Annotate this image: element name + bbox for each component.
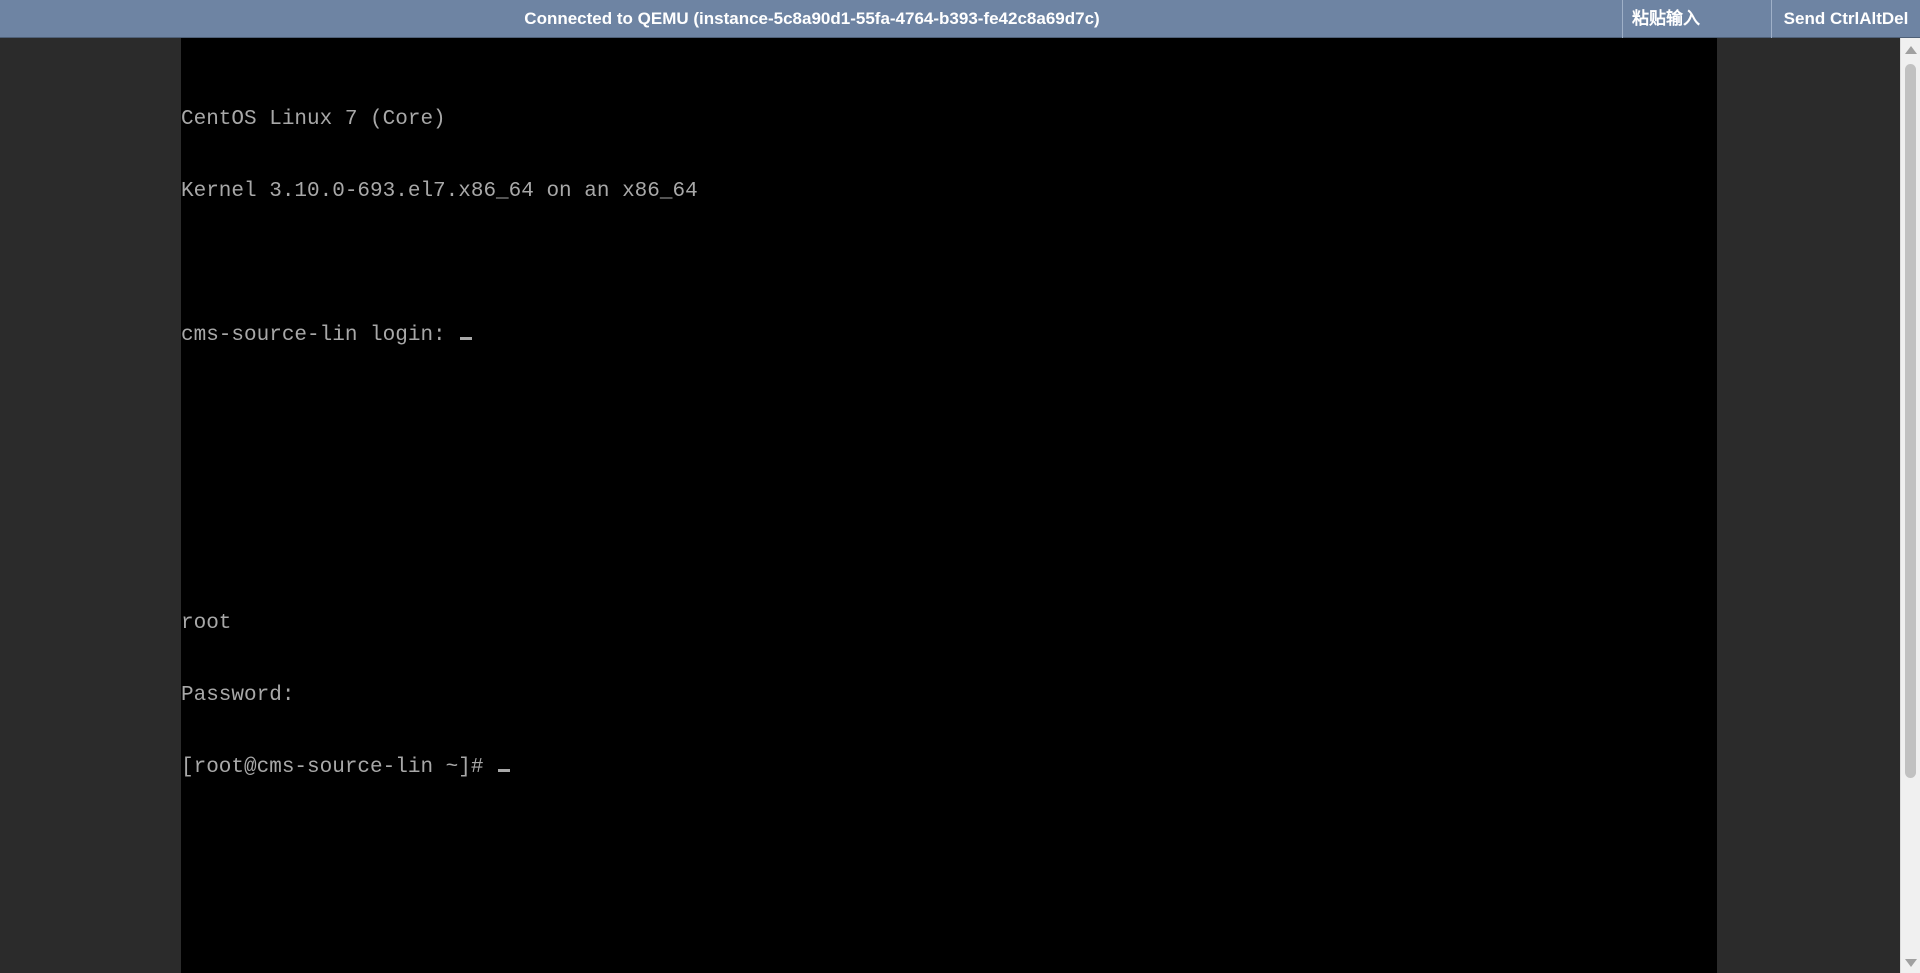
vertical-scrollbar[interactable] — [1900, 38, 1920, 973]
arrow-up-icon[interactable] — [1905, 46, 1917, 54]
terminal-output: CentOS Linux 7 (Core) Kernel 3.10.0-693.… — [181, 60, 698, 828]
shell-prompt: [root@cms-source-lin ~]# — [181, 756, 497, 779]
terminal-line: Password: — [181, 684, 295, 707]
paste-input-button[interactable]: 粘贴输入 — [1622, 0, 1709, 38]
terminal-line: cms-source-lin login: — [181, 324, 698, 348]
send-ctrlaltdel-button[interactable]: Send CtrlAltDel — [1771, 0, 1920, 38]
connection-status: Connected to QEMU (instance-5c8a90d1-55f… — [524, 9, 1100, 28]
scrollbar-thumb[interactable] — [1905, 64, 1916, 778]
text-cursor — [460, 337, 473, 340]
text-cursor — [498, 769, 511, 772]
terminal-line: CentOS Linux 7 (Core) — [181, 108, 446, 131]
vnc-toolbar: Connected to QEMU (instance-5c8a90d1-55f… — [0, 0, 1920, 38]
vnc-screen-area: CentOS Linux 7 (Core) Kernel 3.10.0-693.… — [0, 38, 1920, 973]
terminal-line: root — [181, 612, 232, 635]
terminal-line: Kernel 3.10.0-693.el7.x86_64 on an x86_6… — [181, 180, 698, 203]
arrow-down-icon[interactable] — [1905, 959, 1917, 967]
terminal-line: [root@cms-source-lin ~]# — [181, 756, 698, 780]
login-prompt: cms-source-lin login: — [181, 324, 459, 347]
console-screen[interactable]: CentOS Linux 7 (Core) Kernel 3.10.0-693.… — [181, 38, 1717, 973]
